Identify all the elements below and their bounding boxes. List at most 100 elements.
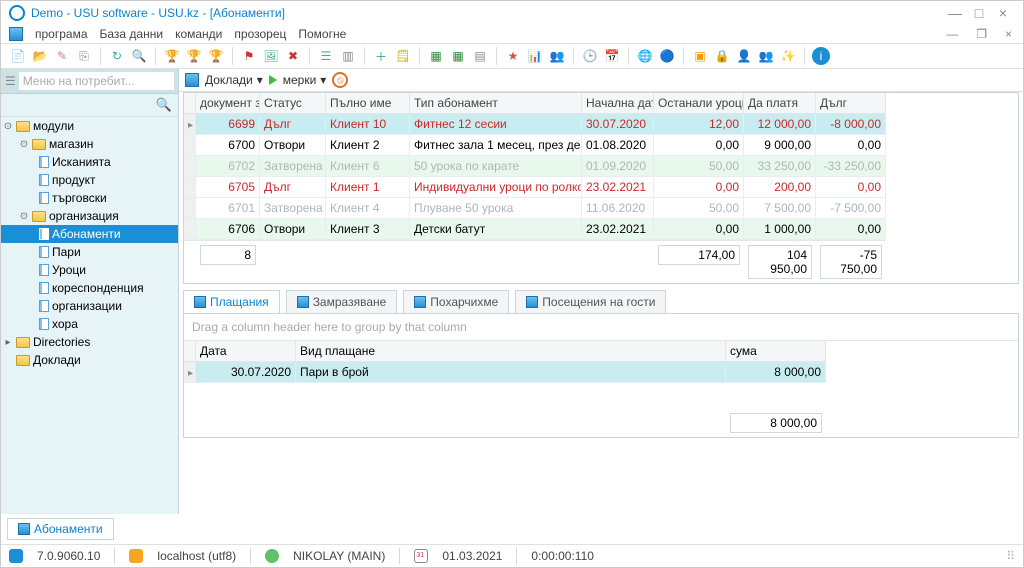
tree-reports[interactable]: Доклади	[1, 351, 178, 369]
col-debt[interactable]: Дълг	[816, 93, 886, 114]
table-row[interactable]: 6706ОтвориКлиент 3Детски батут23.02.2021…	[184, 219, 1018, 240]
tool-flag-icon[interactable]: ⚑	[240, 47, 258, 65]
table-row[interactable]: 6705ДългКлиент 1Индивидуални уроци по ро…	[184, 177, 1018, 198]
tree-subscriptions[interactable]: Абонаменти	[1, 225, 178, 243]
tree-organizations[interactable]: организации	[1, 297, 178, 315]
col-left[interactable]: Останали уроци	[654, 93, 744, 114]
tool-new-icon[interactable]: 📄	[9, 47, 27, 65]
tool-person1-icon[interactable]: 👤	[735, 47, 753, 65]
tool-calendar-icon[interactable]: 📅	[603, 47, 621, 65]
col-type[interactable]: Тип абонамент	[410, 93, 582, 114]
status-user: NIKOLAY (MAIN)	[293, 549, 385, 563]
hamburger-icon[interactable]: ☰	[5, 74, 16, 88]
tree-lessons[interactable]: Уроци	[1, 261, 178, 279]
content-area: Доклади ▾ мерки ▾ ⦸ документ з... Статус…	[179, 69, 1023, 514]
stop-button[interactable]: ⦸	[332, 72, 348, 88]
close-button[interactable]: ×	[991, 5, 1015, 21]
window-title: Demo - USU software - USU.kz - [Абонамен…	[31, 6, 285, 20]
tree-money[interactable]: Пари	[1, 243, 178, 261]
tool-colors-icon[interactable]: 🔵	[658, 47, 676, 65]
tab-payments[interactable]: Плащания	[183, 290, 280, 313]
tool-info-icon[interactable]: i	[812, 47, 830, 65]
menu-program[interactable]: програма	[35, 27, 88, 41]
col2-type[interactable]: Вид плащане	[296, 341, 726, 362]
tool-open-icon[interactable]: 📂	[31, 47, 49, 65]
tool-chart-icon[interactable]: 📊	[526, 47, 544, 65]
inner-close-button[interactable]: ×	[1002, 27, 1015, 41]
tab-guests[interactable]: Посещения на гости	[515, 290, 666, 313]
tool-lock-icon[interactable]: 🔒	[713, 47, 731, 65]
tree-product[interactable]: продукт	[1, 171, 178, 189]
menu-window[interactable]: прозорец	[234, 27, 286, 41]
table-row[interactable]: 6702ЗатворенаКлиент 650 урока по карате0…	[184, 156, 1018, 177]
tab-spent[interactable]: Похарчихме	[403, 290, 509, 313]
document-tabs: Абонаменти	[1, 514, 1023, 544]
col-name[interactable]: Пълно име	[326, 93, 410, 114]
user-menu-input[interactable]: Меню на потребит...	[19, 72, 174, 90]
actions-dropdown[interactable]: мерки ▾	[283, 73, 327, 87]
tool-rss-icon[interactable]: ▣	[691, 47, 709, 65]
payments-footer: 8 000,00	[184, 409, 1018, 437]
tool-grid-icon[interactable]: ▤	[471, 47, 489, 65]
status-user-icon	[265, 549, 279, 563]
tool-image-icon[interactable]: 🖼	[262, 47, 280, 65]
tool-trophy3-icon[interactable]: 🏆	[207, 47, 225, 65]
table-row[interactable]: 6701ЗатворенаКлиент 4Плуване 50 урока11.…	[184, 198, 1018, 219]
col2-date[interactable]: Дата	[196, 341, 296, 362]
grid-header: документ з... Статус Пълно име Тип абона…	[184, 93, 1018, 114]
maximize-button[interactable]: □	[967, 5, 991, 21]
tool-clock-icon[interactable]: 🕒	[581, 47, 599, 65]
tree-modules[interactable]: ⊙модули	[1, 117, 178, 135]
tree-correspondence[interactable]: кореспонденция	[1, 279, 178, 297]
menu-database[interactable]: База данни	[100, 27, 164, 41]
tab-freezing[interactable]: Замразяване	[286, 290, 398, 313]
tool-edit-icon[interactable]: ✎	[53, 47, 71, 65]
sidebar-search-icon[interactable]: 🔍	[1, 94, 178, 117]
resize-grip-icon[interactable]: ⠿	[1006, 549, 1015, 563]
tree-people[interactable]: хора	[1, 315, 178, 333]
payments-header: Дата Вид плащане сума	[184, 341, 1018, 362]
minimize-button[interactable]: —	[943, 5, 967, 21]
table-row[interactable]: 6700ОтвориКлиент 2Фитнес зала 1 месец, п…	[184, 135, 1018, 156]
tool-person2-icon[interactable]: 👥	[757, 47, 775, 65]
tool-note-icon[interactable]: 🗒	[394, 47, 412, 65]
table-row[interactable]: 6699ДългКлиент 10Фитнес 12 сесии30.07.20…	[184, 114, 1018, 135]
tool-excel-icon[interactable]: ▦	[427, 47, 445, 65]
tree-organization[interactable]: ⊙организация	[1, 207, 178, 225]
inner-minimize-button[interactable]: —	[943, 27, 961, 41]
status-host: localhost (utf8)	[157, 549, 236, 563]
sidebar: ☰ Меню на потребит... 🔍 ⊙модули ⊙магазин…	[1, 69, 179, 514]
col2-sum[interactable]: сума	[726, 341, 826, 362]
col-doc[interactable]: документ з...	[196, 93, 260, 114]
tree-directories[interactable]: ▸Directories	[1, 333, 178, 351]
tool-users-icon[interactable]: 👥	[548, 47, 566, 65]
tool-trophy2-icon[interactable]: 🏆	[185, 47, 203, 65]
tool-export-icon[interactable]: ▦	[449, 47, 467, 65]
doc-tab-subscriptions[interactable]: Абонаменти	[7, 518, 114, 540]
group-hint: Drag a column header here to group by th…	[184, 314, 1018, 341]
tool-add-icon[interactable]: ＋	[372, 47, 390, 65]
tool-delete-icon[interactable]: ✖	[284, 47, 302, 65]
play-icon	[269, 75, 277, 85]
tool-search-icon[interactable]: 🔍	[130, 47, 148, 65]
tool-trophy1-icon[interactable]: 🏆	[163, 47, 181, 65]
col-start[interactable]: Начална дата	[582, 93, 654, 114]
table-row[interactable]: 30.07.2020Пари в брой8 000,00	[184, 362, 1018, 383]
detail-tabs: Плащания Замразяване Похарчихме Посещени…	[179, 284, 1023, 313]
tool-globe-icon[interactable]: 🌐	[636, 47, 654, 65]
col-status[interactable]: Статус	[260, 93, 326, 114]
menu-help[interactable]: Помогне	[298, 27, 346, 41]
tool-copy-icon[interactable]: ⎘	[75, 47, 93, 65]
tool-star-icon[interactable]: ★	[504, 47, 522, 65]
tree-shop[interactable]: ⊙магазин	[1, 135, 178, 153]
tool-columns-icon[interactable]: ▥	[339, 47, 357, 65]
col-pay[interactable]: Да платя	[744, 93, 816, 114]
inner-restore-button[interactable]: ❐	[973, 27, 990, 41]
tool-wand-icon[interactable]: ✨	[779, 47, 797, 65]
tree-trade[interactable]: търговски	[1, 189, 178, 207]
menu-commands[interactable]: команди	[175, 27, 222, 41]
tool-refresh-icon[interactable]: ↻	[108, 47, 126, 65]
tool-tree-icon[interactable]: ☰	[317, 47, 335, 65]
tree-requests[interactable]: Исканията	[1, 153, 178, 171]
reports-dropdown[interactable]: Доклади ▾	[205, 73, 263, 87]
